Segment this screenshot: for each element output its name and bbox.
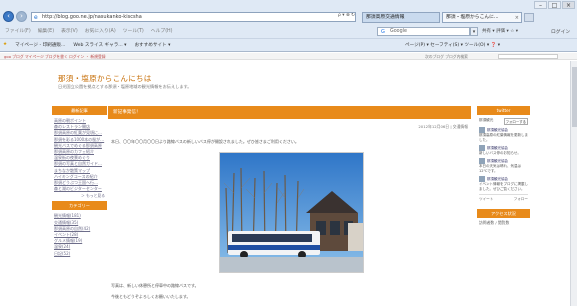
tab-label: 那須・塩原からこんに... (446, 15, 499, 20)
tweet-user[interactable]: 那須観光協会 (487, 177, 508, 182)
new-tab-button[interactable] (524, 13, 534, 22)
menu-file[interactable]: ファイル(F) (5, 27, 31, 34)
favorites-items: ★ マイページ - 印刷通販... Web スライス ギャラ... ▾ おすすめ… (3, 42, 170, 48)
article-meta[interactable]: 2012年12月06日 | 交通情報 (418, 124, 468, 130)
minimize-button[interactable]: – (534, 1, 547, 9)
main-article: 新記事発信！ 2012年12月06日 | 交通情報 本日、〇〇年〇〇月〇〇日より… (108, 106, 471, 306)
twitter-widget: 那須観光 フォローする 那須観光協会 那須高原の紅葉情報を更新しました。 那須観… (477, 115, 530, 205)
left-sidebar: 最新記事 高原の朝ポイント 森のレストラン開店 那須高原の紅葉が見頃に… 那須を… (52, 106, 107, 259)
favorite-item[interactable]: Web スライス ギャラ... ▾ (73, 42, 126, 48)
favorites-star-icon[interactable]: ★ (3, 42, 7, 48)
close-tab-icon[interactable]: × (515, 13, 519, 22)
tweet-item: 那須観光協会 本日の天気は晴れ、気温は12℃です。 (479, 158, 528, 174)
access-heading: アクセス状況 (477, 209, 530, 218)
bus-station-photo (220, 153, 363, 272)
access-stats: 訪問者数 / 閲覧数 (479, 220, 510, 225)
menu-help[interactable]: ヘルプ(H) (151, 27, 173, 34)
more-posts-link[interactable]: ＞ もっと見る (54, 193, 105, 199)
tweet-item: 那須観光協会 イベント情報をブログに掲載しました。ぜひご覧ください。 (479, 176, 528, 192)
menu-bar: ファイル(F) 編集(E) 表示(V) お気に入り(A) ツール(T) ヘルプ(… (0, 25, 577, 37)
tweet-user[interactable]: 那須観光協会 (487, 128, 508, 133)
login-link[interactable]: ログイン (551, 28, 570, 35)
tweet-text: 新しいバス停のお知らせ。 (479, 151, 521, 155)
tab-label: 那須高原交通情報 (366, 15, 405, 20)
favorites-bar: ★ マイページ - 印刷通販... Web スライス ギャラ... ▾ おすすめ… (0, 38, 577, 51)
blog-title[interactable]: 那須・塩原からこんにちは (58, 73, 152, 84)
category-link[interactable]: 日記(52) (54, 251, 105, 257)
categories-heading: カテゴリー (52, 201, 107, 211)
blog-service-bar: goo ブログ マイページ ブログを書く ログイン ・ 新規登録 次のブログ ブ… (0, 53, 577, 60)
tab-nasu-traffic[interactable]: 那須高原交通情報 (362, 12, 440, 23)
twitter-handle[interactable]: 那須観光 (479, 118, 493, 125)
tweet-text: 那須高原の紅葉情報を更新しました。 (479, 133, 528, 142)
navigation-row: ‹ › e http://blog.goo.ne.jp/nasukanko-ki… (0, 10, 577, 24)
follow-button[interactable]: フォローする (503, 118, 528, 125)
ie-page-icon: e (34, 14, 38, 21)
search-input[interactable]: G Google (377, 27, 470, 36)
article-photo[interactable] (219, 152, 364, 273)
tweet-user[interactable]: 那須観光協会 (487, 146, 508, 151)
toolbar-right[interactable]: 共有 ▾ 評価 ▾ ☆ ▾ (482, 28, 518, 34)
blog-search-input[interactable] (498, 54, 558, 59)
address-actions[interactable]: ρ ▾ ⊗ ↻ (338, 13, 355, 18)
tweet-item: 那須観光協会 那須高原の紅葉情報を更新しました。 (479, 127, 528, 143)
recent-post-link[interactable]: 森と湖のビジターセンター (54, 186, 105, 192)
tweet-text: 本日の天気は晴れ、気温は12℃です。 (479, 164, 522, 173)
window-controls: – □ × (534, 1, 575, 9)
google-icon: G (381, 29, 385, 35)
favorite-item[interactable]: おすすめサイト ▾ (134, 42, 170, 48)
browser-chrome: – □ × ‹ › e http://blog.goo.ne.jp/nasuka… (0, 0, 577, 52)
tab-nasu-blog[interactable]: 那須・塩原からこんに... × (442, 12, 522, 23)
menu-view[interactable]: 表示(V) (61, 27, 78, 34)
search-button[interactable]: ▾ (470, 27, 478, 36)
article-body: 本日、〇〇年〇〇月〇〇日より路線バスの新しいバス停が開設されました。ぜひ皆さまご… (111, 139, 299, 144)
url-text[interactable]: http://blog.goo.ne.jp/nasukanko-kiscsha (42, 14, 142, 20)
back-arrow-icon[interactable]: ‹ (3, 11, 14, 22)
recent-post-link[interactable]: 那須の写真と自然ガイド… (54, 161, 105, 167)
article-caption: 写真は、新しい休憩所と停車中の路線バスです。 (111, 283, 199, 288)
menu-edit[interactable]: 編集(E) (38, 27, 54, 34)
tweet-user[interactable]: 那須観光協会 (487, 159, 508, 164)
menu-tools[interactable]: ツール(T) (123, 27, 144, 34)
twitter-heading: twitter (477, 106, 530, 115)
recent-post-link[interactable]: 那須を彩る1000本の桜が… (54, 137, 105, 143)
maximize-button[interactable]: □ (548, 1, 561, 9)
recent-posts-heading: 最新記事 (52, 106, 107, 115)
follow-link[interactable]: フォロー (514, 197, 528, 202)
categories-list: 観光情報(181) 交通情報(35) 那須高原の自然(42) イベント(28) … (52, 210, 107, 258)
recent-posts-list: 高原の朝ポイント 森のレストラン開店 那須高原の紅葉が見頃に… 那須を彩る100… (52, 115, 107, 201)
tweet-item: 那須観光協会 新しいバス停のお知らせ。 (479, 145, 528, 156)
command-bar[interactable]: ページ(P) ▾ セーフティ(S) ▾ ツール(O) ▾ ❓ ▾ (405, 42, 500, 48)
tweet-text: イベント情報をブログに掲載しました。ぜひご覧ください。 (479, 182, 528, 191)
article-caption: 今後ともどうぞよろしくお願いいたします。 (111, 294, 191, 299)
tweet-link[interactable]: ツイート (479, 197, 493, 202)
address-bar[interactable]: e http://blog.goo.ne.jp/nasukanko-kiscsh… (31, 12, 356, 22)
right-sidebar: twitter 那須観光 フォローする 那須観光協会 那須高原の紅葉情報を更新し… (477, 106, 530, 228)
close-button[interactable]: × (562, 1, 575, 9)
twitter-widget-top: 那須観光 フォローする (479, 118, 528, 125)
menu-favorites[interactable]: お気に入り(A) (85, 27, 116, 34)
divider (479, 194, 528, 195)
scroll-thumb[interactable] (572, 67, 577, 127)
blog-subtitle: 日光国立公園を拠点とする那須・塩原地域の観光情報をお伝えします。 (58, 84, 192, 89)
twitter-widget-footer: ツイート フォロー (479, 197, 528, 202)
menu-items: ファイル(F) 編集(E) 表示(V) お気に入り(A) ツール(T) ヘルプ(… (5, 27, 173, 34)
blog-bar-links[interactable]: goo ブログ マイページ ブログを書く ログイン ・ 新規登録 (4, 54, 106, 60)
page-scrollbar[interactable] (570, 61, 577, 306)
search-label: Google (390, 29, 407, 34)
recent-post-link[interactable]: 那須高原の紅葉が見頃に… (54, 130, 105, 136)
article-heading[interactable]: 新記事発信！ (108, 106, 471, 119)
blog-bar-right-links[interactable]: 次のブログ ブログ内検索 (425, 54, 468, 60)
favorite-item[interactable]: マイページ - 印刷通販... (15, 42, 65, 48)
forward-arrow-icon[interactable]: › (16, 11, 27, 22)
blog-header: 那須・塩原からこんにちは 日光国立公園を拠点とする那須・塩原地域の観光情報をお伝… (0, 61, 577, 106)
